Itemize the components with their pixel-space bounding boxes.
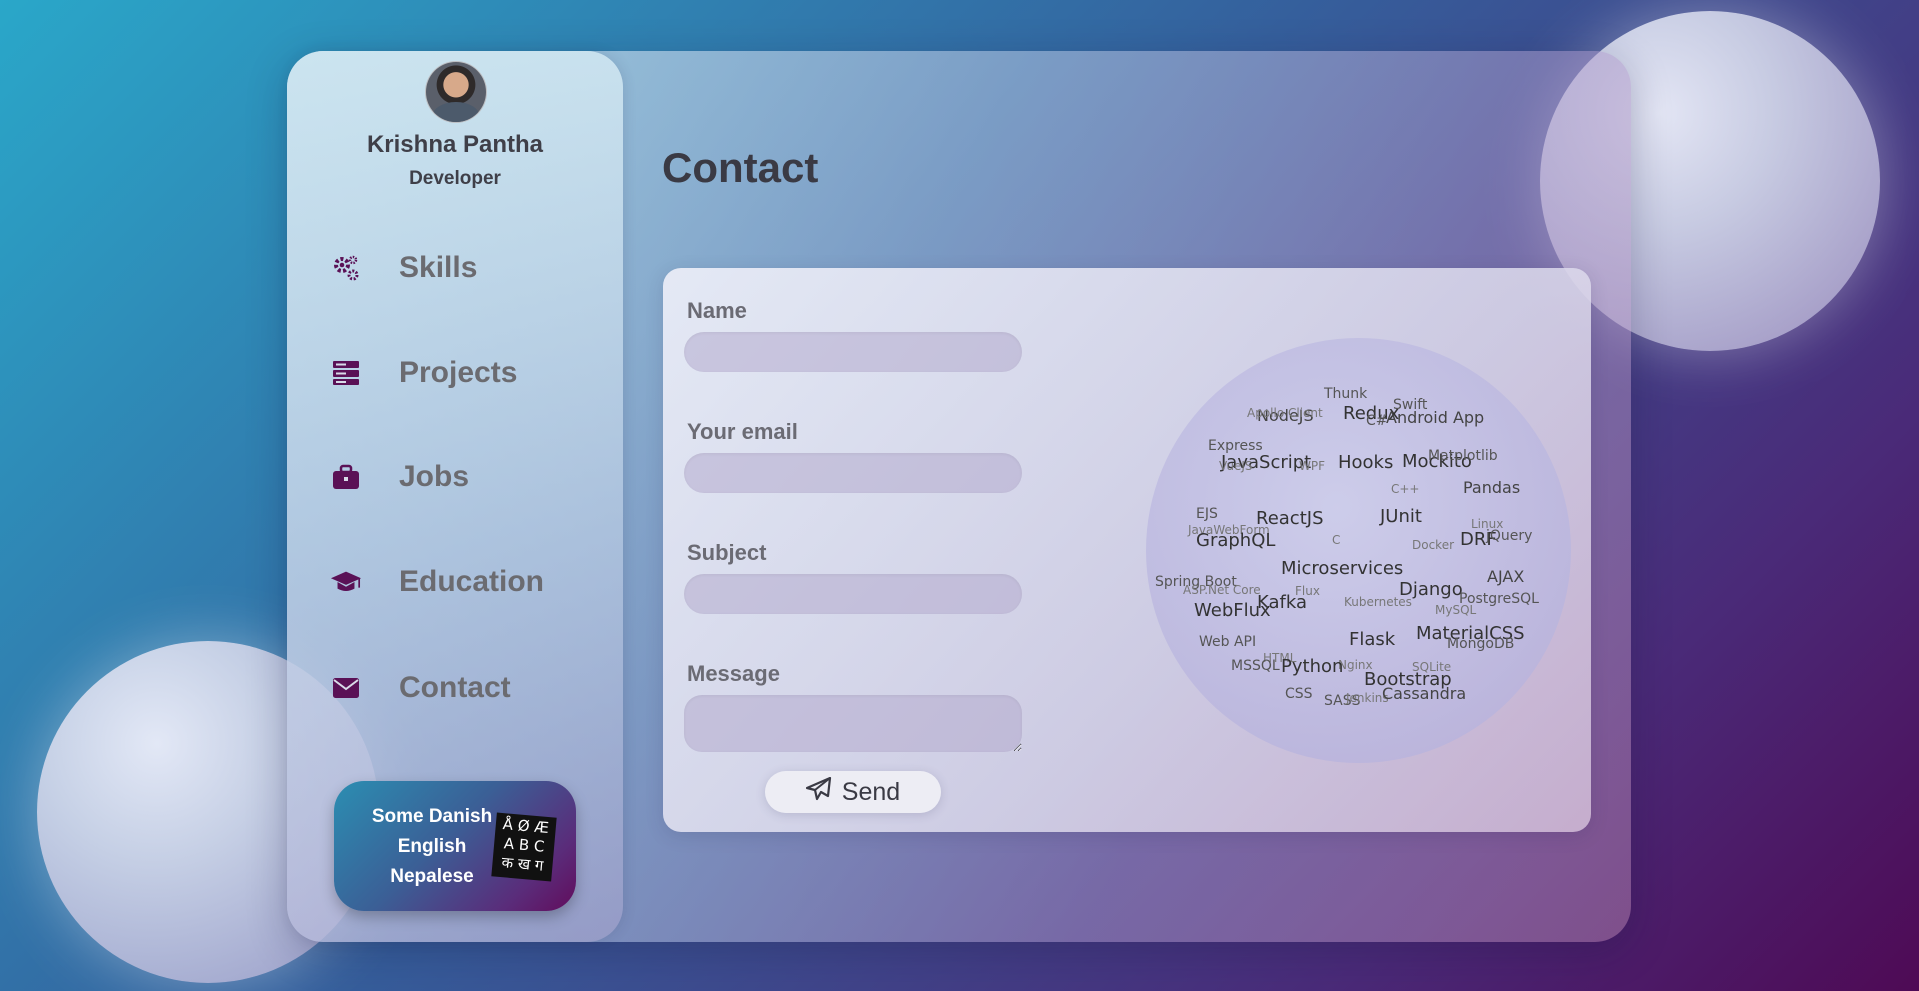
profile-role: Developer <box>409 168 501 189</box>
briefcase-icon <box>330 461 362 493</box>
language-card[interactable]: Some Danish English Nepalese Å Ø Æ A B C… <box>334 781 576 911</box>
paper-plane-icon <box>805 776 832 808</box>
skill-word: Docker <box>1412 538 1455 552</box>
skill-word: WPF <box>1299 459 1326 473</box>
nav-item-projects[interactable]: Projects <box>330 351 517 395</box>
nav-label-skills: Skills <box>399 251 478 284</box>
gears-icon <box>330 252 362 284</box>
name-input[interactable] <box>684 332 1022 372</box>
skills-word-cloud: Thunk Swift Redux NodeJS Apollo Client C# Andr… <box>1146 338 1571 763</box>
skill-word: Thunk <box>1324 386 1368 402</box>
skill-word: MongoDB <box>1447 636 1515 652</box>
message-label: Message <box>687 661 780 686</box>
skill-word: Pandas <box>1463 478 1521 497</box>
skill-word: jQuery <box>1486 528 1533 544</box>
nav-label-projects: Projects <box>399 356 518 389</box>
skill-word: Cassandra <box>1382 684 1467 703</box>
profile-name: Krishna Pantha <box>366 131 544 158</box>
skill-word: Kubernetes <box>1344 595 1412 609</box>
nav-item-skills[interactable]: Skills <box>330 246 477 290</box>
skill-word: ASP.Net Core <box>1183 583 1261 597</box>
language-alphabet-logo: Å Ø Æ A B C क ख ग <box>491 812 557 882</box>
skill-word: Matplotlib <box>1428 448 1498 464</box>
send-label: Send <box>841 777 901 806</box>
graduation-cap-icon <box>330 566 362 598</box>
email-input[interactable] <box>684 453 1022 493</box>
skill-word: GraphQL <box>1196 530 1276 551</box>
nav-item-contact[interactable]: Contact <box>330 666 511 710</box>
nav-label-education: Education <box>399 565 545 598</box>
skill-word: VueJS <box>1219 459 1253 473</box>
nav-label-jobs: Jobs <box>399 460 470 493</box>
skill-word: EJS <box>1196 506 1218 522</box>
skill-word: C++ <box>1391 482 1420 496</box>
envelope-icon <box>330 672 362 704</box>
skill-word: Android App <box>1386 408 1485 427</box>
message-textarea[interactable] <box>684 695 1022 752</box>
skill-word: Web API <box>1199 634 1257 650</box>
skill-word: Apollo Client <box>1247 406 1323 420</box>
skill-word: AJAX <box>1487 567 1525 586</box>
nav-label-contact: Contact <box>399 671 511 704</box>
nav-item-education[interactable]: Education <box>330 560 544 604</box>
page-title: Contact <box>662 144 819 191</box>
subject-input[interactable] <box>684 574 1022 614</box>
skill-word: WebFlux <box>1194 600 1271 621</box>
skill-word: Flask <box>1349 629 1396 650</box>
skill-word: Hooks <box>1338 452 1394 473</box>
skill-word: C <box>1332 533 1341 547</box>
skill-word: MSSQL <box>1231 658 1280 674</box>
skill-word: C# <box>1366 413 1388 429</box>
nav-item-jobs[interactable]: Jobs <box>330 455 469 499</box>
skill-word: Microservices <box>1281 558 1404 579</box>
server-icon <box>330 357 362 389</box>
send-button[interactable]: Send <box>765 771 941 813</box>
email-label: Your email <box>687 419 798 444</box>
subject-label: Subject <box>687 540 767 565</box>
name-label: Name <box>687 298 747 323</box>
skill-word: CSS <box>1285 686 1313 702</box>
skill-word: JUnit <box>1380 506 1422 527</box>
skill-word: Python <box>1281 656 1344 677</box>
avatar <box>425 61 487 123</box>
skill-word: MySQL <box>1435 603 1477 617</box>
